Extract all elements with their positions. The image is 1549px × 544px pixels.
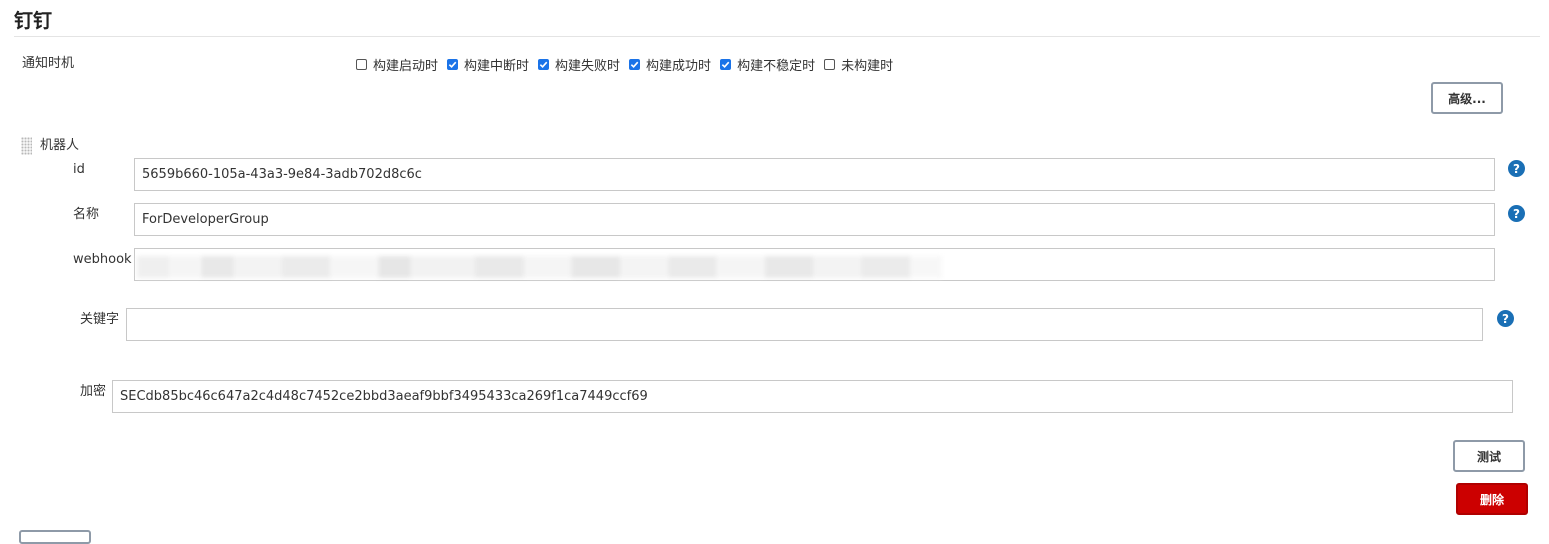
secret-input[interactable]	[112, 380, 1513, 413]
keyword-input[interactable]	[126, 308, 1483, 341]
checkbox-build-unstable[interactable]	[720, 58, 732, 70]
advanced-button[interactable]: 高级...	[1431, 82, 1503, 114]
checkbox-build-failure[interactable]	[538, 58, 550, 70]
help-icon[interactable]: ?	[1508, 160, 1525, 177]
keyword-label: 关键字	[80, 312, 120, 327]
id-input[interactable]	[134, 158, 1495, 191]
secret-label: 加密	[80, 384, 107, 399]
option-build-abort[interactable]: 构建中断时	[447, 55, 529, 74]
checkbox-not-built[interactable]	[824, 58, 836, 70]
option-build-success[interactable]: 构建成功时	[629, 55, 711, 74]
label-not-built: 未构建时	[841, 58, 894, 74]
label-build-unstable: 构建不稳定时	[737, 58, 816, 74]
help-icon[interactable]: ?	[1497, 310, 1514, 327]
section-divider	[14, 36, 1540, 37]
label-build-success: 构建成功时	[646, 58, 712, 74]
webhook-label: webhook	[73, 252, 132, 267]
option-build-unstable[interactable]: 构建不稳定时	[720, 55, 815, 74]
delete-button[interactable]: 删除	[1456, 483, 1528, 515]
label-build-start: 构建启动时	[373, 58, 439, 74]
id-label: id	[73, 162, 85, 177]
section-title: 钉钉	[14, 10, 53, 32]
option-build-failure[interactable]: 构建失败时	[538, 55, 620, 74]
option-not-built[interactable]: 未构建时	[824, 55, 893, 74]
label-build-abort: 构建中断时	[464, 58, 530, 74]
test-button[interactable]: 测试	[1453, 440, 1525, 472]
name-input[interactable]	[134, 203, 1495, 236]
notify-options: 构建启动时 构建中断时 构建失败时 构建成功时 构建不稳定时 未构建时	[356, 55, 902, 74]
help-icon[interactable]: ?	[1508, 205, 1525, 222]
checkbox-build-success[interactable]	[629, 58, 641, 70]
redacted-webhook	[137, 256, 942, 278]
label-build-failure: 构建失败时	[555, 58, 621, 74]
drag-handle-icon[interactable]	[21, 137, 32, 155]
notify-timing-label: 通知时机	[22, 56, 75, 71]
checkbox-build-start[interactable]	[356, 58, 367, 70]
add-button-partial[interactable]	[19, 530, 91, 544]
option-build-start[interactable]: 构建启动时	[356, 55, 438, 74]
checkbox-build-abort[interactable]	[447, 58, 459, 70]
robot-label: 机器人	[40, 138, 80, 153]
name-label: 名称	[73, 207, 100, 222]
